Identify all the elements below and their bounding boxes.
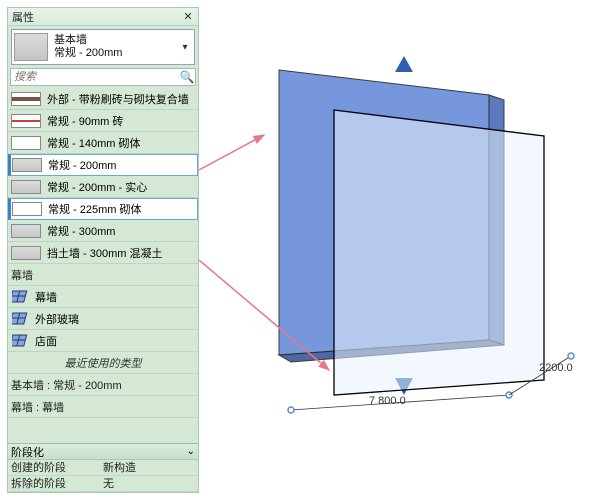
swatch-icon xyxy=(11,246,41,260)
swatch-icon xyxy=(11,180,41,194)
search-input[interactable] xyxy=(11,71,179,83)
wall-type-item[interactable]: 常规 - 140mm 砌体 xyxy=(8,132,198,154)
swatch-icon xyxy=(11,92,41,106)
properties-panel: 属性 ✕ 基本墙 常规 - 200mm ▾ 🔍 外部 - 带粉刷砖与砌块复合墙 … xyxy=(7,7,199,493)
curtain-type-item[interactable]: 外部玻璃 xyxy=(8,308,198,330)
nav-up-arrow xyxy=(395,56,413,72)
close-icon[interactable]: ✕ xyxy=(182,11,194,23)
wall-type-item[interactable]: 常规 - 200mm - 实心 xyxy=(8,176,198,198)
type-list[interactable]: 外部 - 带粉刷砖与砌块复合墙 常规 - 90mm 砖 常规 - 140mm 砌… xyxy=(8,88,198,443)
recent-item[interactable]: 基本墙 : 常规 - 200mm xyxy=(8,374,198,396)
phasing-section: 阶段化 ⌄ 创建的阶段新构造 拆除的阶段无 xyxy=(8,443,198,492)
expand-icon[interactable]: ⌄ xyxy=(187,446,195,457)
swatch-icon xyxy=(12,202,42,216)
phase-demolished-row[interactable]: 拆除的阶段无 xyxy=(8,476,198,492)
search-row[interactable]: 🔍 xyxy=(10,68,196,86)
type-thumbnail xyxy=(14,33,48,61)
wall-type-item[interactable]: 挡土墙 - 300mm 混凝土 xyxy=(8,242,198,264)
type-text: 基本墙 常规 - 200mm xyxy=(54,34,178,60)
wall-type-item-selected[interactable]: 常规 - 200mm xyxy=(8,154,198,176)
swatch-icon xyxy=(11,136,41,150)
wall-type-item[interactable]: 常规 - 90mm 砖 xyxy=(8,110,198,132)
curtain-type-item[interactable]: 店面 xyxy=(8,330,198,352)
wall-type-item[interactable]: 外部 - 带粉刷砖与砌块复合墙 xyxy=(8,88,198,110)
phasing-header[interactable]: 阶段化 ⌄ xyxy=(8,444,198,460)
panel-title: 属性 xyxy=(12,9,34,25)
curtain-type-item[interactable]: 幕墙 xyxy=(8,286,198,308)
section-recent: 最近使用的类型 xyxy=(8,352,198,374)
curtain-wall-icon xyxy=(11,333,31,349)
chevron-down-icon[interactable]: ▾ xyxy=(178,42,192,53)
swatch-icon xyxy=(12,158,42,172)
viewport-3d[interactable]: 7 800.0 2200.0 xyxy=(199,0,590,500)
swatch-icon xyxy=(11,224,41,238)
panel-header[interactable]: 属性 ✕ xyxy=(8,8,198,26)
swatch-icon xyxy=(11,114,41,128)
curtain-wall-icon xyxy=(11,289,31,305)
wall-type-item-highlight[interactable]: 常规 - 225mm 砌体 xyxy=(8,198,198,220)
phase-created-row[interactable]: 创建的阶段新构造 xyxy=(8,460,198,476)
search-icon[interactable]: 🔍 xyxy=(179,70,195,84)
section-curtain-wall: 幕墙 xyxy=(8,264,198,286)
recent-item[interactable]: 幕墙 : 幕墙 xyxy=(8,396,198,418)
dim-width[interactable]: 7 800.0 xyxy=(369,395,406,407)
viewport-svg xyxy=(199,0,590,500)
family-type-selector[interactable]: 基本墙 常规 - 200mm ▾ xyxy=(11,29,195,65)
curtain-wall-icon xyxy=(11,311,31,327)
dim-depth[interactable]: 2200.0 xyxy=(539,362,573,374)
wall-type-item[interactable]: 常规 - 300mm xyxy=(8,220,198,242)
